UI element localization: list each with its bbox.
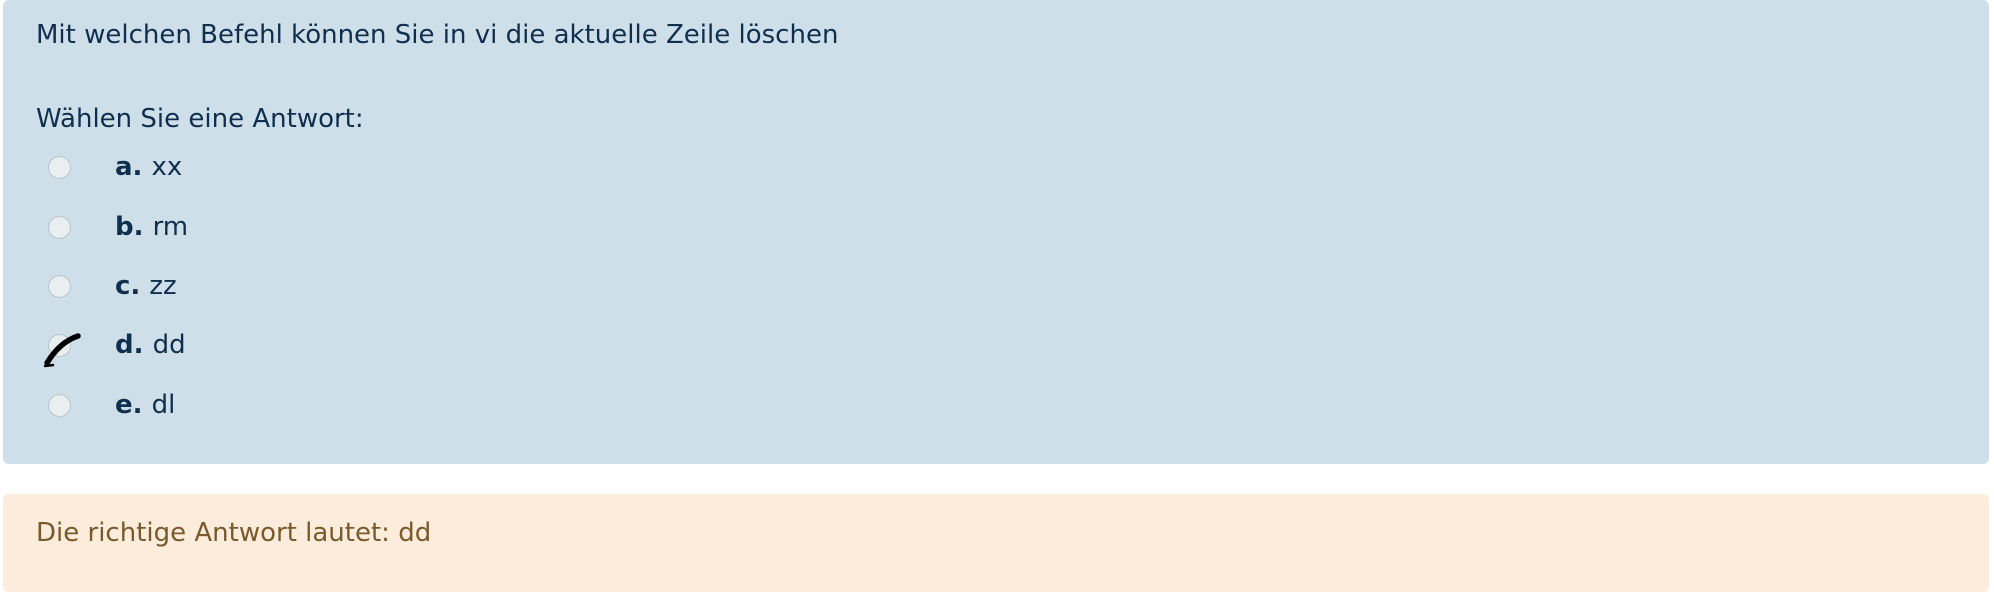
radio-button-e[interactable]	[48, 393, 71, 417]
answer-option-a[interactable]: a. xx	[48, 147, 182, 187]
answer-option-c[interactable]: c. zz	[48, 266, 177, 306]
feedback-panel: Die richtige Antwort lautet: dd	[3, 494, 1989, 592]
answer-label-e: e. dl	[115, 390, 176, 420]
answer-option-e[interactable]: e. dl	[48, 385, 175, 425]
correct-answer-text: Die richtige Antwort lautet: dd	[36, 518, 432, 548]
answer-label-b: b. rm	[115, 212, 189, 242]
answer-label-c: c. zz	[115, 271, 177, 301]
question-text: Mit welchen Befehl können Sie in vi die …	[36, 20, 839, 50]
radio-button-a[interactable]	[48, 155, 71, 179]
radio-button-b[interactable]	[48, 215, 71, 239]
radio-button-c[interactable]	[48, 274, 71, 298]
answer-option-b[interactable]: b. rm	[48, 207, 188, 247]
answer-prompt: Wählen Sie eine Antwort:	[36, 104, 364, 134]
question-panel: Mit welchen Befehl können Sie in vi die …	[3, 0, 1989, 464]
answer-label-a: a. xx	[115, 152, 183, 182]
radio-button-d[interactable]	[43, 332, 81, 367]
answer-label-d: d. dd	[115, 330, 186, 360]
answer-option-d[interactable]: d. dd	[43, 325, 186, 367]
checkmark-icon	[43, 332, 81, 367]
